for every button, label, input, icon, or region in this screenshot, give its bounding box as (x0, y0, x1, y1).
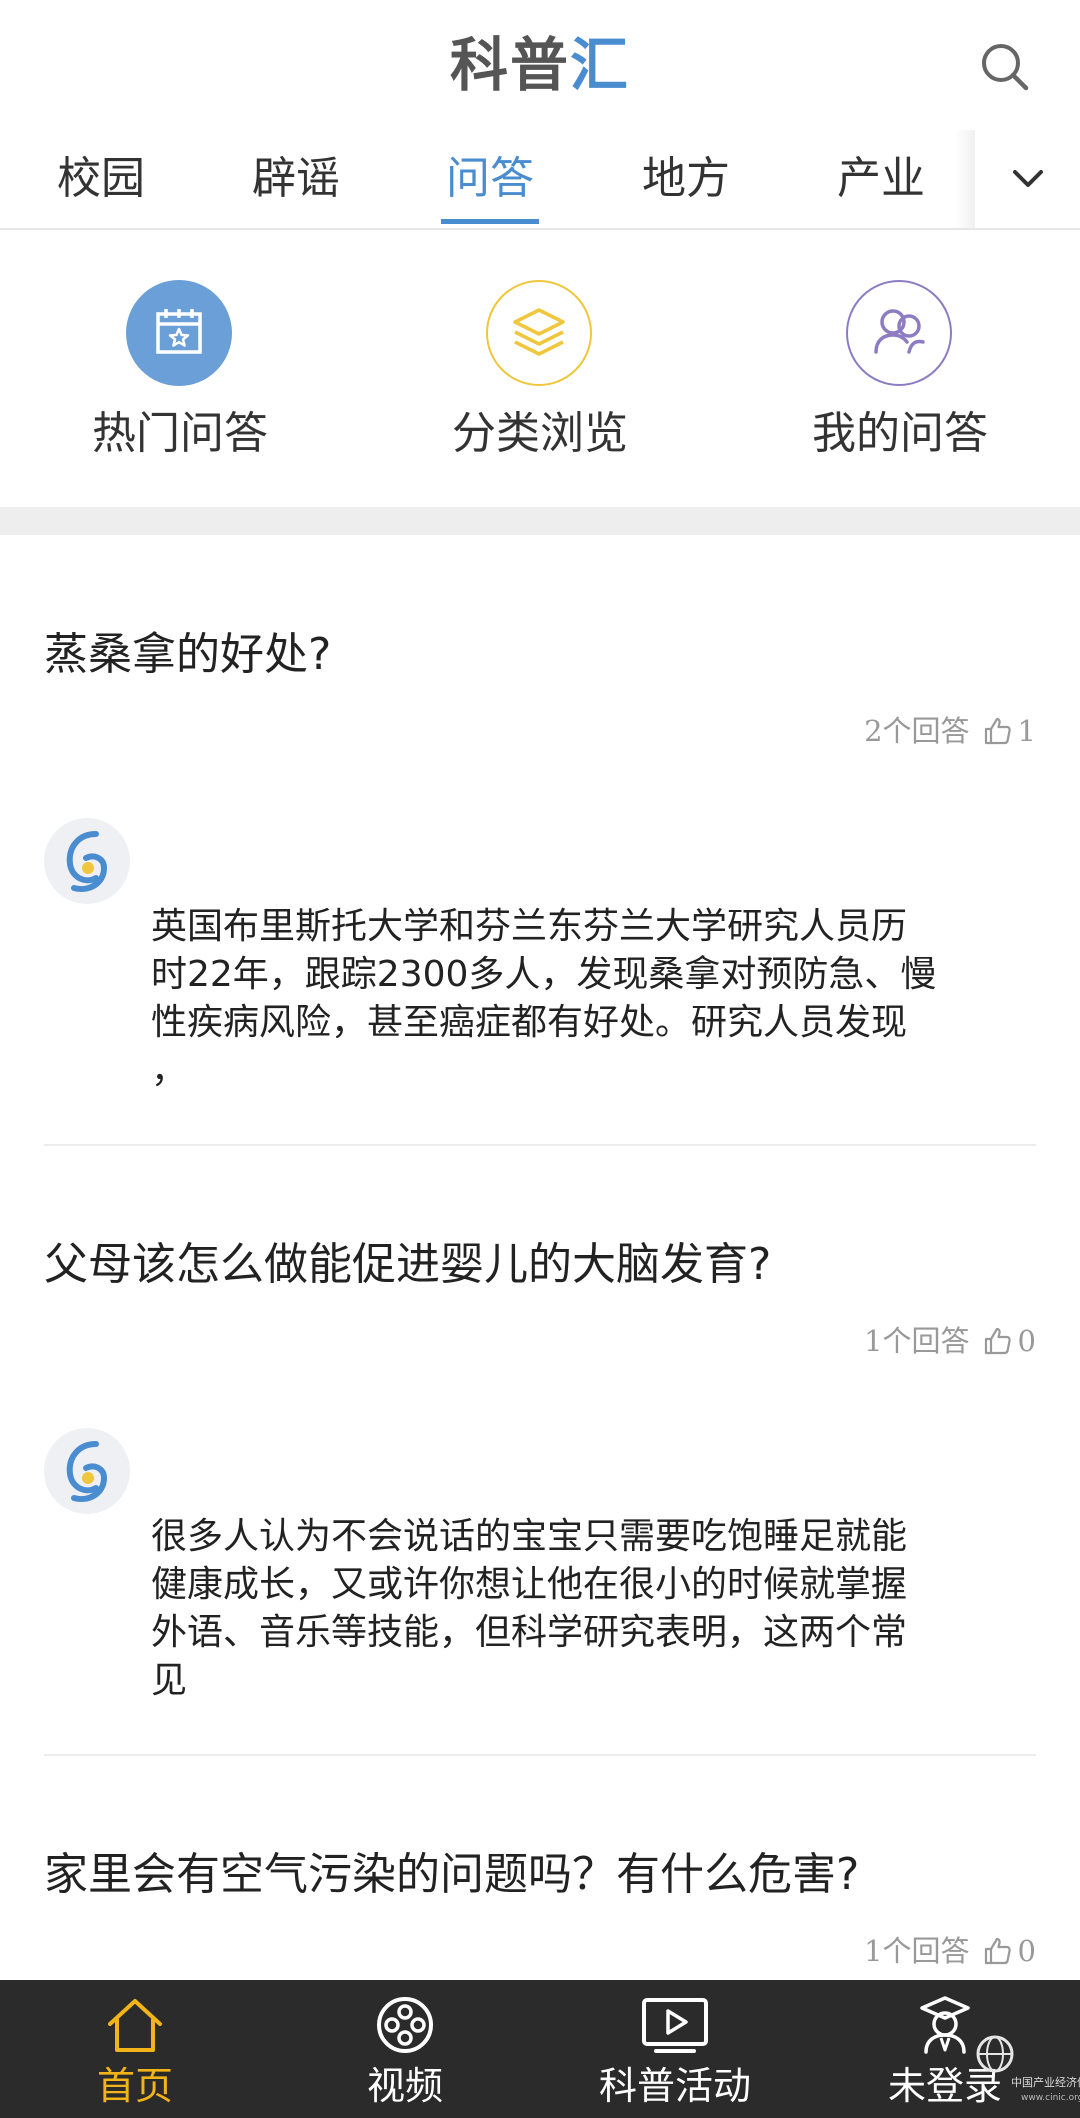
quick-entries: 热门问答 分类浏览 我的问答 (0, 232, 1080, 507)
question-meta: 2个回答 1 (864, 711, 1036, 751)
search-button[interactable] (978, 40, 1032, 94)
answer-count: 1个回答 (864, 1934, 970, 1968)
logo-text-part1: 科普 (449, 31, 570, 99)
tabs-more-button[interactable] (975, 130, 1080, 228)
answer-excerpt[interactable]: 很多人认为不会说话的宝宝只需要吃饱睡足就能 健康成长，又或许你想让他在很小的时候… (151, 1513, 1001, 1705)
film-reel-icon (377, 1997, 433, 2053)
tab-industry[interactable]: 产业 (835, 148, 927, 224)
question-title[interactable]: 蒸桑拿的好处? (44, 625, 1044, 685)
answer-excerpt[interactable]: 英国布里斯托大学和芬兰东芬兰大学研究人员历 时22年，跟踪2300多人，发现桑拿… (151, 903, 1001, 1095)
my-qa-label: 我的问答 (812, 408, 988, 459)
my-qa-entry[interactable]: 我的问答 (750, 280, 1050, 480)
thumbs-up-icon (984, 1937, 1011, 1965)
question-title[interactable]: 父母该怎么做能促进婴儿的大脑发育? (44, 1235, 1044, 1295)
avatar-logo-icon (66, 831, 108, 892)
question-meta: 1个回答 0 (864, 1931, 1036, 1971)
like-count: 0 (1017, 1934, 1036, 1968)
logo-text-part2: 汇 (570, 31, 631, 99)
nav-home-label: 首页 (96, 2064, 173, 2108)
globe-logo-icon (976, 2035, 1014, 2073)
thumbs-up-icon (984, 717, 1011, 745)
nav-activities[interactable]: 科普活动 (585, 1980, 765, 2118)
like-button[interactable]: 0 (982, 1931, 1036, 1971)
avatar (44, 818, 130, 904)
layers-icon (512, 308, 565, 356)
bottom-nav: 首页 视频 科普活动 未登录 (0, 1980, 1080, 2118)
item-divider (44, 1754, 1036, 1756)
like-button[interactable]: 1 (982, 711, 1036, 751)
like-button[interactable]: 0 (982, 1321, 1036, 1361)
tab-rumor[interactable]: 辟谣 (250, 148, 342, 224)
nav-video-label: 视频 (366, 2064, 443, 2108)
answer-count: 2个回答 (864, 714, 970, 748)
user-graduate-icon (920, 1996, 970, 2054)
search-icon (982, 44, 1029, 91)
category-browse-entry[interactable]: 分类浏览 (390, 280, 690, 480)
nav-home[interactable]: 首页 (45, 1980, 225, 2118)
question-meta: 1个回答 0 (864, 1321, 1036, 1361)
category-browse-icon-bg (486, 280, 592, 386)
tab-campus[interactable]: 校园 (55, 148, 147, 224)
answer-line: 很多人认为不会说话的宝宝只需要吃饱睡足就能 (151, 1516, 908, 1557)
like-count: 0 (1017, 1324, 1036, 1358)
answer-line: 外语、音乐等技能，但科学研究表明，这两个常 (151, 1612, 908, 1653)
answer-line: 健康成长，又或许你想让他在很小的时候就掌握 (151, 1564, 908, 1605)
tabs-fade (955, 130, 975, 228)
thumbs-up-icon (984, 1327, 1011, 1355)
nav-activities-label: 科普活动 (598, 2064, 751, 2108)
hot-qa-entry[interactable]: 热门问答 (30, 280, 330, 480)
play-screen-icon (642, 1998, 708, 2053)
watermark-url: www.cinic.org.cn (1021, 2093, 1080, 2103)
top-bar: 科普汇 (0, 0, 1080, 130)
watermark-text: 中国产业经济信息网 (1011, 2076, 1080, 2089)
answer-line: ， (151, 1050, 188, 1091)
hot-qa-label: 热门问答 (92, 408, 268, 459)
tab-local[interactable]: 地方 (640, 148, 732, 224)
home-icon (108, 1999, 162, 2052)
hot-qa-icon-bg (126, 280, 232, 386)
nav-video[interactable]: 视频 (315, 1980, 495, 2118)
answer-count: 1个回答 (864, 1324, 970, 1358)
tab-qa[interactable]: 问答 (441, 148, 539, 224)
calendar-star-icon (156, 309, 202, 354)
question-title[interactable]: 家里会有空气污染的问题吗？有什么危害? (44, 1845, 1044, 1905)
section-separator (0, 507, 1080, 535)
answer-line: 英国布里斯托大学和芬兰东芬兰大学研究人员历 (151, 906, 908, 947)
like-count: 1 (1017, 714, 1036, 748)
avatar-logo-icon (66, 1441, 108, 1502)
users-icon (873, 309, 925, 354)
category-browse-label: 分类浏览 (452, 408, 628, 459)
answer-line: 时22年，跟踪2300多人，发现桑拿对预防急、慢 (151, 954, 937, 995)
my-qa-icon-bg (846, 280, 952, 386)
chevron-down-icon (1013, 170, 1043, 187)
answer-line: 见 (151, 1660, 188, 1701)
item-divider (44, 1144, 1036, 1146)
category-tabs: 校园 辟谣 问答 地方 产业 (0, 130, 1080, 230)
answer-line: 性疾病风险，甚至癌症都有好处。研究人员发现 (151, 1002, 908, 1043)
watermark: 中国产业经济信息网 www.cinic.org.cn (975, 2020, 1080, 2118)
avatar (44, 1428, 130, 1514)
app-logo: 科普汇 (0, 30, 1080, 100)
